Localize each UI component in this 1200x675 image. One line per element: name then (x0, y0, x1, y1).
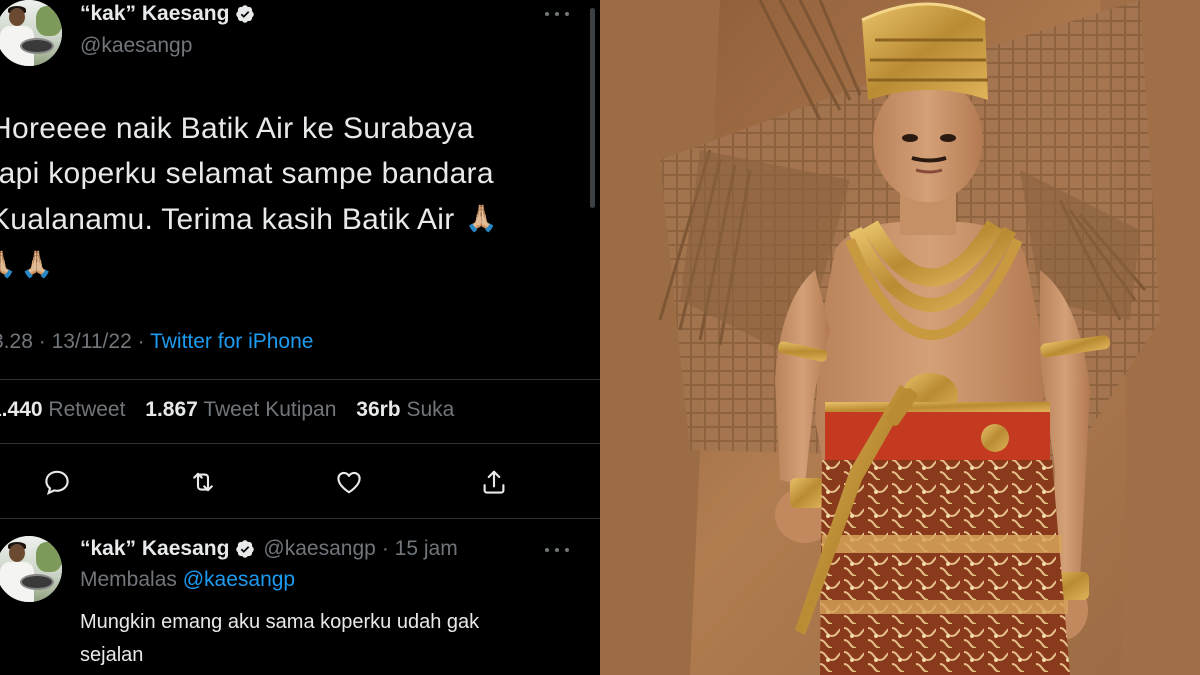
folded-hands-emoji: 🙏🏼 (20, 249, 54, 279)
like-icon (337, 471, 361, 494)
tweet-text-line: tapi koperku selamat sampe bandara (0, 157, 494, 190)
retweets-label: Retweet (48, 398, 126, 421)
author-handle[interactable]: @kaesangp (80, 34, 192, 58)
tweet-meta: 3.28 · 13/11/22 · Twitter for iPhone (0, 330, 313, 354)
reply-button[interactable] (37, 462, 77, 502)
tweet-date[interactable]: 13/11/22 (52, 330, 132, 353)
like-button[interactable] (329, 462, 369, 502)
tweet-text-line-content: Kualanamu. Terima kasih Batik Air (0, 203, 455, 236)
author-name-line[interactable]: “kak” Kaesang (80, 2, 255, 26)
retweets-count: 1.440 (0, 398, 43, 421)
likes-stat[interactable]: 36rb Suka (356, 398, 454, 421)
reply-display-name[interactable]: “kak” Kaesang (80, 537, 229, 561)
photo-traditional-costume (600, 0, 1200, 675)
meta-separator: · (137, 330, 145, 353)
reply-time[interactable]: · 15 jam (382, 537, 458, 561)
reply-author-line: “kak” Kaesang @kaesangp · 15 jam (80, 537, 458, 561)
replying-to: Membalas @kaesangp (80, 568, 295, 592)
divider (0, 443, 600, 444)
meta-separator: · (38, 330, 46, 353)
reply-handle[interactable]: @kaesangp (263, 537, 375, 561)
tweet-text: Horeeee naik Batik Air ke Surabaya tapi … (0, 106, 570, 288)
verified-badge-icon (236, 5, 255, 23)
tweet-text-line: Horeeee naik Batik Air ke Surabaya (0, 112, 474, 145)
tweet-screenshot: “kak” Kaesang @kaesangp Horeeee naik Bat… (0, 0, 600, 675)
replying-to-mention[interactable]: @kaesangp (183, 568, 295, 591)
folded-hands-emoji: 🙏🏼 (465, 203, 498, 233)
display-name[interactable]: “kak” Kaesang (80, 2, 229, 26)
retweets-stat[interactable]: 1.440 Retweet (0, 398, 125, 421)
quotes-label: Tweet Kutipan (203, 398, 337, 421)
share-icon (483, 470, 505, 494)
scrollbar[interactable] (590, 8, 595, 208)
tweet-actions (0, 462, 600, 502)
reply-more-options-icon[interactable] (542, 540, 572, 560)
reply-text: Mungkin emang aku sama koperku udah gak … (80, 606, 580, 672)
likes-label: Suka (406, 398, 455, 421)
replying-label: Membalas (80, 568, 177, 591)
likes-count: 36rb (356, 398, 401, 421)
tweet-stats: 1.440 Retweet 1.867 Tweet Kutipan 36rb S… (0, 398, 454, 422)
quotes-count: 1.867 (145, 398, 198, 421)
retweet-button[interactable] (183, 462, 223, 502)
reply-avatar[interactable] (0, 536, 62, 602)
tweet-time[interactable]: 3.28 (0, 330, 33, 353)
divider (0, 379, 600, 380)
avatar[interactable] (0, 0, 62, 66)
tweet-text-line: Kualanamu. Terima kasih Batik Air 🙏🏼 (0, 196, 570, 242)
share-button[interactable] (474, 462, 514, 502)
retweet-icon (193, 472, 213, 492)
divider (0, 518, 600, 519)
tweet-text-line: 🙏🏼 🙏🏼 (0, 242, 570, 288)
reply-text-line: sejalan (80, 644, 144, 666)
more-options-icon[interactable] (542, 4, 572, 24)
folded-hands-emoji: 🙏🏼 (0, 249, 17, 279)
tweet-source-link[interactable]: Twitter for iPhone (150, 330, 313, 353)
quotes-stat[interactable]: 1.867 Tweet Kutipan (145, 398, 336, 421)
reply-text-line: Mungkin emang aku sama koperku udah gak (80, 611, 480, 633)
reply-icon (45, 470, 69, 495)
photo-illustration (600, 0, 1200, 675)
verified-badge-icon (236, 540, 255, 558)
